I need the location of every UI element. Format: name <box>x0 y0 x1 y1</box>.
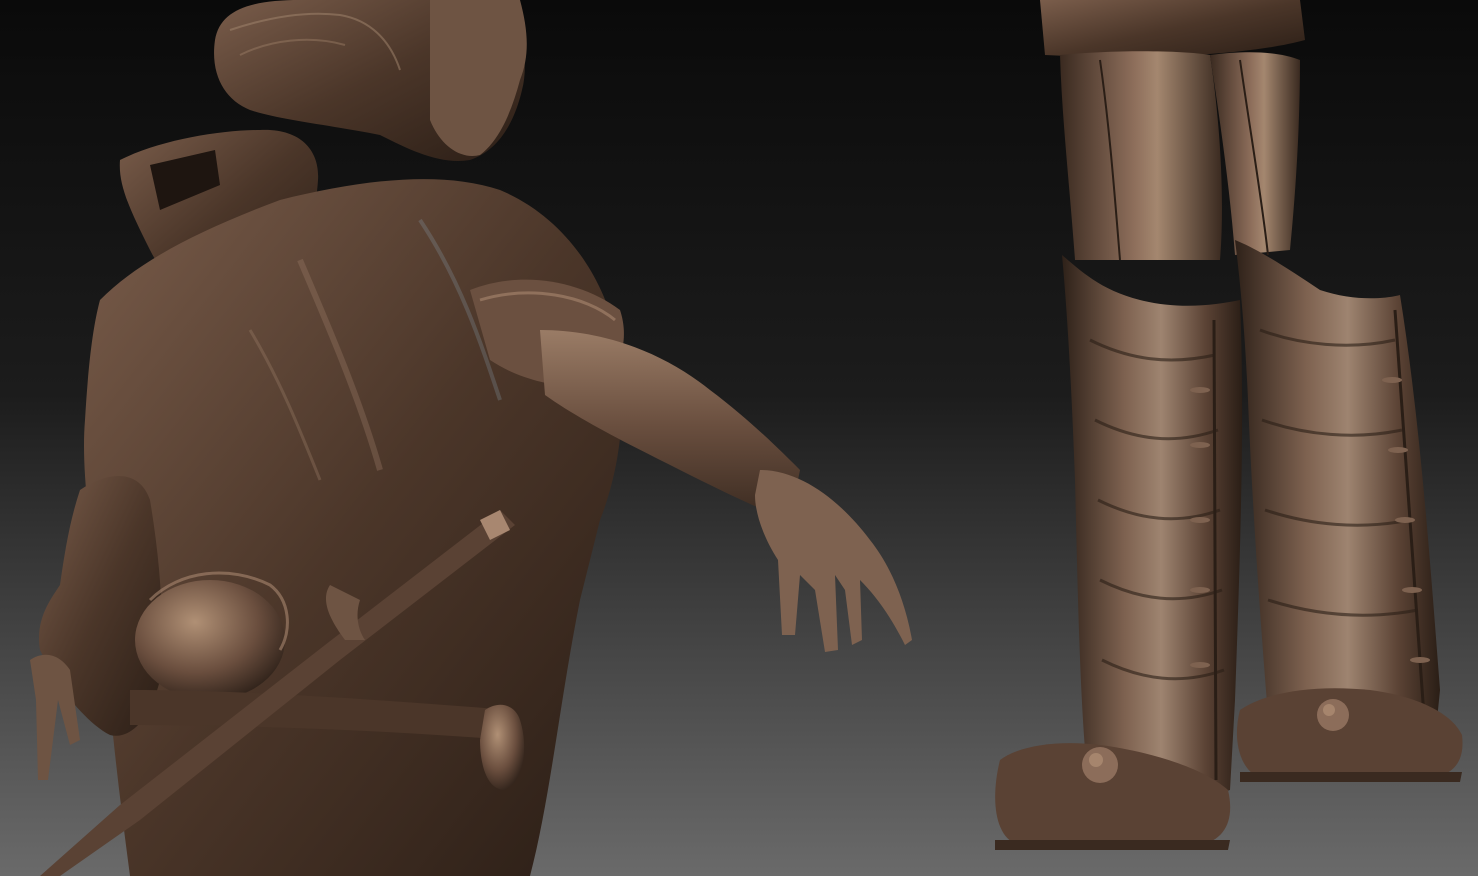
render-viewport <box>0 0 1478 876</box>
sculpt-render <box>0 0 1478 876</box>
